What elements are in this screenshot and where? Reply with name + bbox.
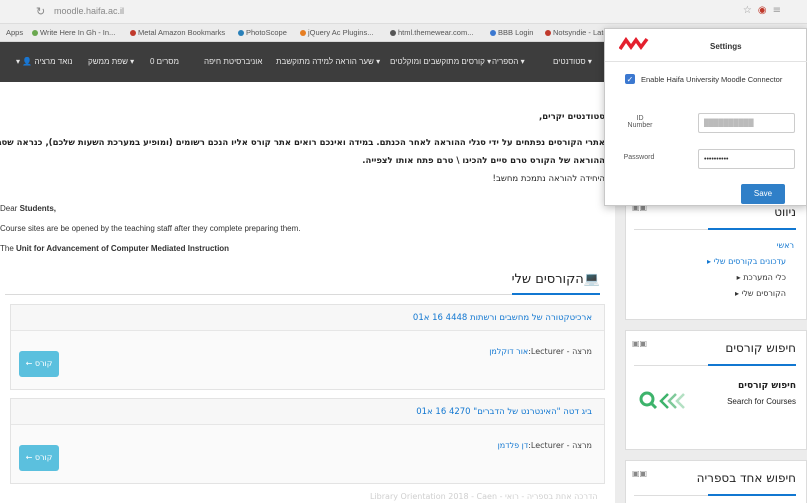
enable-connector-checkbox[interactable]: ✓	[625, 74, 635, 84]
nav-course-updates[interactable]: עדכונים בקורסים שלי ▸	[707, 257, 786, 266]
course-card-header: ארכיטקטורה של מחשבים ורשתות 4448 16 א01	[11, 305, 604, 331]
nav-my-courses[interactable]: הקורסים שלי ▸	[735, 289, 786, 298]
id-number-field[interactable]: ██████████	[698, 113, 795, 133]
course-card: ביג דטה "האינטרנט של הדברים" 4270 16 א01…	[10, 398, 605, 484]
navigation-block: ▣▣ ניווט ראשי עדכונים בקורסים שלי ▸ כלי …	[625, 194, 807, 320]
bookmark-item[interactable]: Metal Amazon Bookmarks	[130, 28, 225, 37]
library-search-title: חיפוש אחד בספריה	[696, 471, 796, 485]
nav-user-menu[interactable]: ▾ 👤 נואד מרציה	[16, 57, 72, 66]
bookmark-item[interactable]: BBB Login	[490, 28, 533, 37]
block-divider	[634, 494, 796, 496]
password-field[interactable]: ••••••••••	[698, 149, 795, 169]
navigation-block-title: ניווט	[774, 205, 796, 219]
enable-connector-label[interactable]: Enable Haifa University Moodle Connector	[641, 75, 782, 84]
browser-extension-icons: ☆◉≡	[743, 5, 787, 16]
nav-system-tools[interactable]: כלי המערכת ▸	[737, 273, 786, 282]
course-search-subtitle[interactable]: Search for Courses	[727, 397, 796, 406]
haifa-logo-icon	[619, 37, 649, 51]
main-content: סטודנטים יקרים, אתרי הקורסים נפתחים על י…	[0, 82, 615, 503]
block-divider	[634, 364, 796, 366]
block-divider	[634, 228, 796, 230]
my-courses-title: 💻הקורסים שלי	[511, 272, 600, 287]
notice-line1-he: אתרי הקורסים נפתחים על ידי סגלי ההוראה ל…	[0, 138, 605, 148]
section-divider	[5, 293, 600, 295]
reload-icon[interactable]: ↻	[36, 5, 45, 18]
course-teacher: מרצה - Lecturer:דן פלדמן	[497, 441, 592, 450]
library-search-block: ▣▣ חיפוש אחד בספריה	[625, 460, 807, 503]
nav-students[interactable]: סטודנטים ▾	[553, 57, 592, 66]
password-label: Password	[623, 154, 655, 161]
notice-sign-he: היחידה להוראה נתמכת מחשב!	[492, 174, 605, 184]
notice-greeting-he: סטודנטים יקרים,	[539, 112, 605, 122]
popup-title: Settings	[710, 42, 742, 51]
nav-home[interactable]: ראשי	[777, 241, 794, 250]
menu-icon[interactable]: ≡	[773, 5, 787, 16]
user-icon: 👤	[22, 57, 33, 66]
notice-line2-he: ההוראה של הקורס טרם סיים להכינו \ טרם פת…	[362, 156, 605, 166]
notice-greeting-en: Dear Students,	[0, 204, 57, 213]
nav-library[interactable]: הספריה ▾	[492, 57, 525, 66]
bookmark-item[interactable]: jQuery Ac Plugins...	[300, 28, 373, 37]
nav-language[interactable]: שפת ממשק ▾	[88, 57, 134, 66]
course-card: ארכיטקטורה של מחשבים ורשתות 4448 16 א01 …	[10, 304, 605, 390]
id-number-label: ID Number	[627, 115, 653, 129]
enter-course-button[interactable]: ← קורס	[19, 445, 59, 471]
laptop-icon: 💻	[583, 272, 600, 287]
course-search-title: חיפוש קורסים	[725, 341, 796, 355]
star-icon[interactable]: ☆	[743, 5, 758, 16]
bookmark-item[interactable]: Write Here In Gh - In...	[32, 28, 115, 37]
enter-course-button[interactable]: ← קורס	[19, 351, 59, 377]
nav-courses[interactable]: קורסים מתוקשבים ומוקלטים ▾	[390, 57, 491, 66]
course-link[interactable]: ארכיטקטורה של מחשבים ורשתות 4448 16 א01	[413, 313, 592, 323]
browser-url-bar: ↻ moodle.haifa.ac.il ☆◉≡	[0, 0, 807, 24]
course-link[interactable]: ביג דטה "האינטרנט של הדברים" 4270 16 א01	[416, 407, 592, 417]
url-text[interactable]: moodle.haifa.ac.il	[54, 6, 124, 16]
nav-university[interactable]: אוניברסיטת חיפה	[204, 57, 262, 66]
search-course-icon[interactable]	[638, 389, 686, 413]
faded-course-link[interactable]: Library Orientation 2018 - Caen - הדרכה …	[370, 492, 598, 501]
nav-teaching-portal[interactable]: שער הוראה למידה מתוקשבת ▾	[276, 57, 380, 66]
block-collapse-icon[interactable]: ▣▣	[632, 469, 647, 478]
popup-divider	[605, 61, 807, 62]
save-button[interactable]: Save	[741, 184, 785, 204]
bookmark-item[interactable]: PhotoScope	[238, 28, 287, 37]
teacher-link[interactable]: אור דוקלמן	[489, 347, 528, 356]
settings-popup: Settings ✓ Enable Haifa University Moodl…	[604, 28, 807, 206]
bookmark-item[interactable]: html.themewear.com...	[390, 28, 473, 37]
notice-sign-en: The Unit for Advancement of Computer Med…	[0, 244, 230, 253]
course-search-block: ▣▣ חיפוש קורסים חיפוש קורסים Search for …	[625, 330, 807, 450]
nav-messages[interactable]: 0 מסרים	[150, 57, 179, 66]
course-card-header: ביג דטה "האינטרנט של הדברים" 4270 16 א01	[11, 399, 604, 425]
extension-icon[interactable]: ◉	[758, 5, 773, 16]
notice-line-en: Course sites are be opened by the teachi…	[0, 224, 301, 233]
teacher-link[interactable]: דן פלדמן	[498, 441, 529, 450]
course-teacher: מרצה - Lecturer:אור דוקלמן	[489, 347, 592, 356]
bookmark-apps[interactable]: Apps	[6, 28, 23, 37]
block-collapse-icon[interactable]: ▣▣	[632, 339, 647, 348]
course-search-inner-title[interactable]: חיפוש קורסים	[738, 381, 796, 391]
